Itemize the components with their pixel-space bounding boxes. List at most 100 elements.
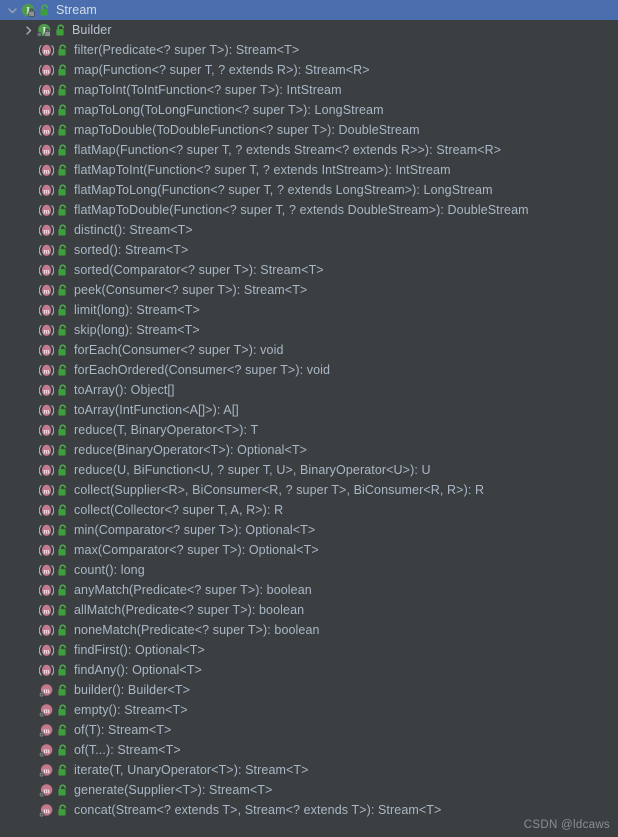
tree-row-label: flatMapToDouble(Function<? super T, ? ex…	[74, 203, 529, 217]
tree-row-label: collect(Supplier<R>, BiConsumer<R, ? sup…	[74, 483, 485, 497]
method-icon: m	[38, 360, 54, 380]
tree-row[interactable]: m skip(long): Stream<T>	[0, 320, 618, 340]
svg-text:m: m	[43, 806, 50, 815]
tree-row[interactable]: m peek(Consumer<? super T>): Stream<T>	[0, 280, 618, 300]
row-indent	[0, 500, 38, 520]
tree-row[interactable]: m filter(Predicate<? super T>): Stream<T>	[0, 40, 618, 60]
tree-row[interactable]: m of(T): Stream<T>	[0, 720, 618, 740]
tree-row[interactable]: m noneMatch(Predicate<? super T>): boolea…	[0, 620, 618, 640]
tree-row[interactable]: m distinct(): Stream<T>	[0, 220, 618, 240]
public-lock-icon	[56, 540, 70, 560]
public-lock-icon	[56, 300, 70, 320]
row-indent	[0, 400, 38, 420]
svg-text:m: m	[43, 246, 50, 255]
tree-row[interactable]: m anyMatch(Predicate<? super T>): boolean	[0, 580, 618, 600]
chevron-down-icon[interactable]	[4, 0, 20, 20]
tree-row-label: findAny(): Optional<T>	[74, 663, 202, 677]
public-lock-icon	[54, 20, 68, 40]
tree-row[interactable]: m flatMapToLong(Function<? super T, ? ext…	[0, 180, 618, 200]
svg-text:m: m	[43, 546, 50, 555]
svg-text:m: m	[43, 286, 50, 295]
tree-row[interactable]: m builder(): Builder<T>	[0, 680, 618, 700]
public-lock-icon	[56, 40, 70, 60]
tree-row[interactable]: m of(T...): Stream<T>	[0, 740, 618, 760]
tree-row-label: concat(Stream<? extends T>, Stream<? ext…	[74, 803, 442, 817]
svg-text:m: m	[43, 146, 50, 155]
tree-row[interactable]: m toArray(IntFunction<A[]>): A[]	[0, 400, 618, 420]
svg-text:m: m	[43, 386, 50, 395]
tree-row[interactable]: m max(Comparator<? super T>): Optional<T>	[0, 540, 618, 560]
tree-row[interactable]: m reduce(BinaryOperator<T>): Optional<T>	[0, 440, 618, 460]
tree-row[interactable]: m forEachOrdered(Consumer<? super T>): vo…	[0, 360, 618, 380]
public-lock-icon	[56, 500, 70, 520]
tree-row[interactable]: m min(Comparator<? super T>): Optional<T>	[0, 520, 618, 540]
public-lock-icon	[56, 760, 70, 780]
tree-row[interactable]: m empty(): Stream<T>	[0, 700, 618, 720]
public-lock-icon	[56, 600, 70, 620]
tree-row[interactable]: m collect(Supplier<R>, BiConsumer<R, ? su…	[0, 480, 618, 500]
tree-row[interactable]: m flatMapToDouble(Function<? super T, ? e…	[0, 200, 618, 220]
row-indent	[0, 440, 38, 460]
tree-row[interactable]: m flatMap(Function<? super T, ? extends S…	[0, 140, 618, 160]
method-icon: m	[38, 420, 54, 440]
row-indent	[0, 540, 38, 560]
static-method-icon: m	[38, 680, 54, 700]
tree-row[interactable]: m findAny(): Optional<T>	[0, 660, 618, 680]
static-method-icon: m	[38, 760, 54, 780]
tree-row[interactable]: m iterate(T, UnaryOperator<T>): Stream<T>	[0, 760, 618, 780]
tree-row[interactable]: m findFirst(): Optional<T>	[0, 640, 618, 660]
public-lock-icon	[56, 320, 70, 340]
row-indent	[0, 460, 38, 480]
tree-row[interactable]: m mapToLong(ToLongFunction<? super T>): L…	[0, 100, 618, 120]
tree-row[interactable]: m reduce(T, BinaryOperator<T>): T	[0, 420, 618, 440]
chevron-right-icon[interactable]	[20, 20, 36, 40]
public-lock-icon	[56, 480, 70, 500]
row-indent	[0, 600, 38, 620]
public-lock-icon	[56, 80, 70, 100]
static-method-icon: m	[38, 700, 54, 720]
public-lock-icon	[56, 280, 70, 300]
tree-row[interactable]: m sorted(): Stream<T>	[0, 240, 618, 260]
tree-row-label: sorted(Comparator<? super T>): Stream<T>	[74, 263, 324, 277]
tree-row[interactable]: m limit(long): Stream<T>	[0, 300, 618, 320]
tree-row[interactable]: m count(): long	[0, 560, 618, 580]
tree-row[interactable]: m map(Function<? super T, ? extends R>): …	[0, 60, 618, 80]
tree-row[interactable]: m toArray(): Object[]	[0, 380, 618, 400]
tree-row[interactable]: I Builder	[0, 20, 618, 40]
tree-row-label: mapToLong(ToLongFunction<? super T>): Lo…	[74, 103, 384, 117]
row-indent	[0, 260, 38, 280]
tree-row-label: peek(Consumer<? super T>): Stream<T>	[74, 283, 308, 297]
public-lock-icon	[56, 420, 70, 440]
tree-row[interactable]: m sorted(Comparator<? super T>): Stream<T…	[0, 260, 618, 280]
tree-row[interactable]: m generate(Supplier<T>): Stream<T>	[0, 780, 618, 800]
tree-row[interactable]: m collect(Collector<? super T, A, R>): R	[0, 500, 618, 520]
svg-text:m: m	[43, 606, 50, 615]
tree-row[interactable]: m allMatch(Predicate<? super T>): boolean	[0, 600, 618, 620]
svg-text:m: m	[43, 586, 50, 595]
row-indent	[0, 40, 38, 60]
row-indent	[0, 160, 38, 180]
tree-row[interactable]: m reduce(U, BiFunction<U, ? super T, U>, …	[0, 460, 618, 480]
static-method-icon: m	[38, 800, 54, 820]
tree-row[interactable]: m forEach(Consumer<? super T>): void	[0, 340, 618, 360]
tree-row[interactable]: I Stream	[0, 0, 618, 20]
method-icon: m	[38, 500, 54, 520]
tree-row-label: reduce(BinaryOperator<T>): Optional<T>	[74, 443, 308, 457]
public-lock-icon	[56, 140, 70, 160]
svg-text:m: m	[43, 66, 50, 75]
tree-row[interactable]: m mapToInt(ToIntFunction<? super T>): Int…	[0, 80, 618, 100]
tree-row-label: empty(): Stream<T>	[74, 703, 188, 717]
method-icon: m	[38, 300, 54, 320]
row-indent	[0, 620, 38, 640]
structure-tree-panel[interactable]: I Stream I Builder m filter(Predicate<? super…	[0, 0, 618, 837]
row-indent	[0, 20, 20, 40]
tree-row-label: reduce(T, BinaryOperator<T>): T	[74, 423, 259, 437]
method-icon: m	[38, 160, 54, 180]
public-lock-icon	[56, 120, 70, 140]
tree-row[interactable]: m flatMapToInt(Function<? super T, ? exte…	[0, 160, 618, 180]
tree-row[interactable]: m concat(Stream<? extends T>, Stream<? ex…	[0, 800, 618, 820]
method-icon: m	[38, 480, 54, 500]
tree-row-label: of(T): Stream<T>	[74, 723, 172, 737]
tree-row[interactable]: m mapToDouble(ToDoubleFunction<? super T>…	[0, 120, 618, 140]
row-indent	[0, 140, 38, 160]
